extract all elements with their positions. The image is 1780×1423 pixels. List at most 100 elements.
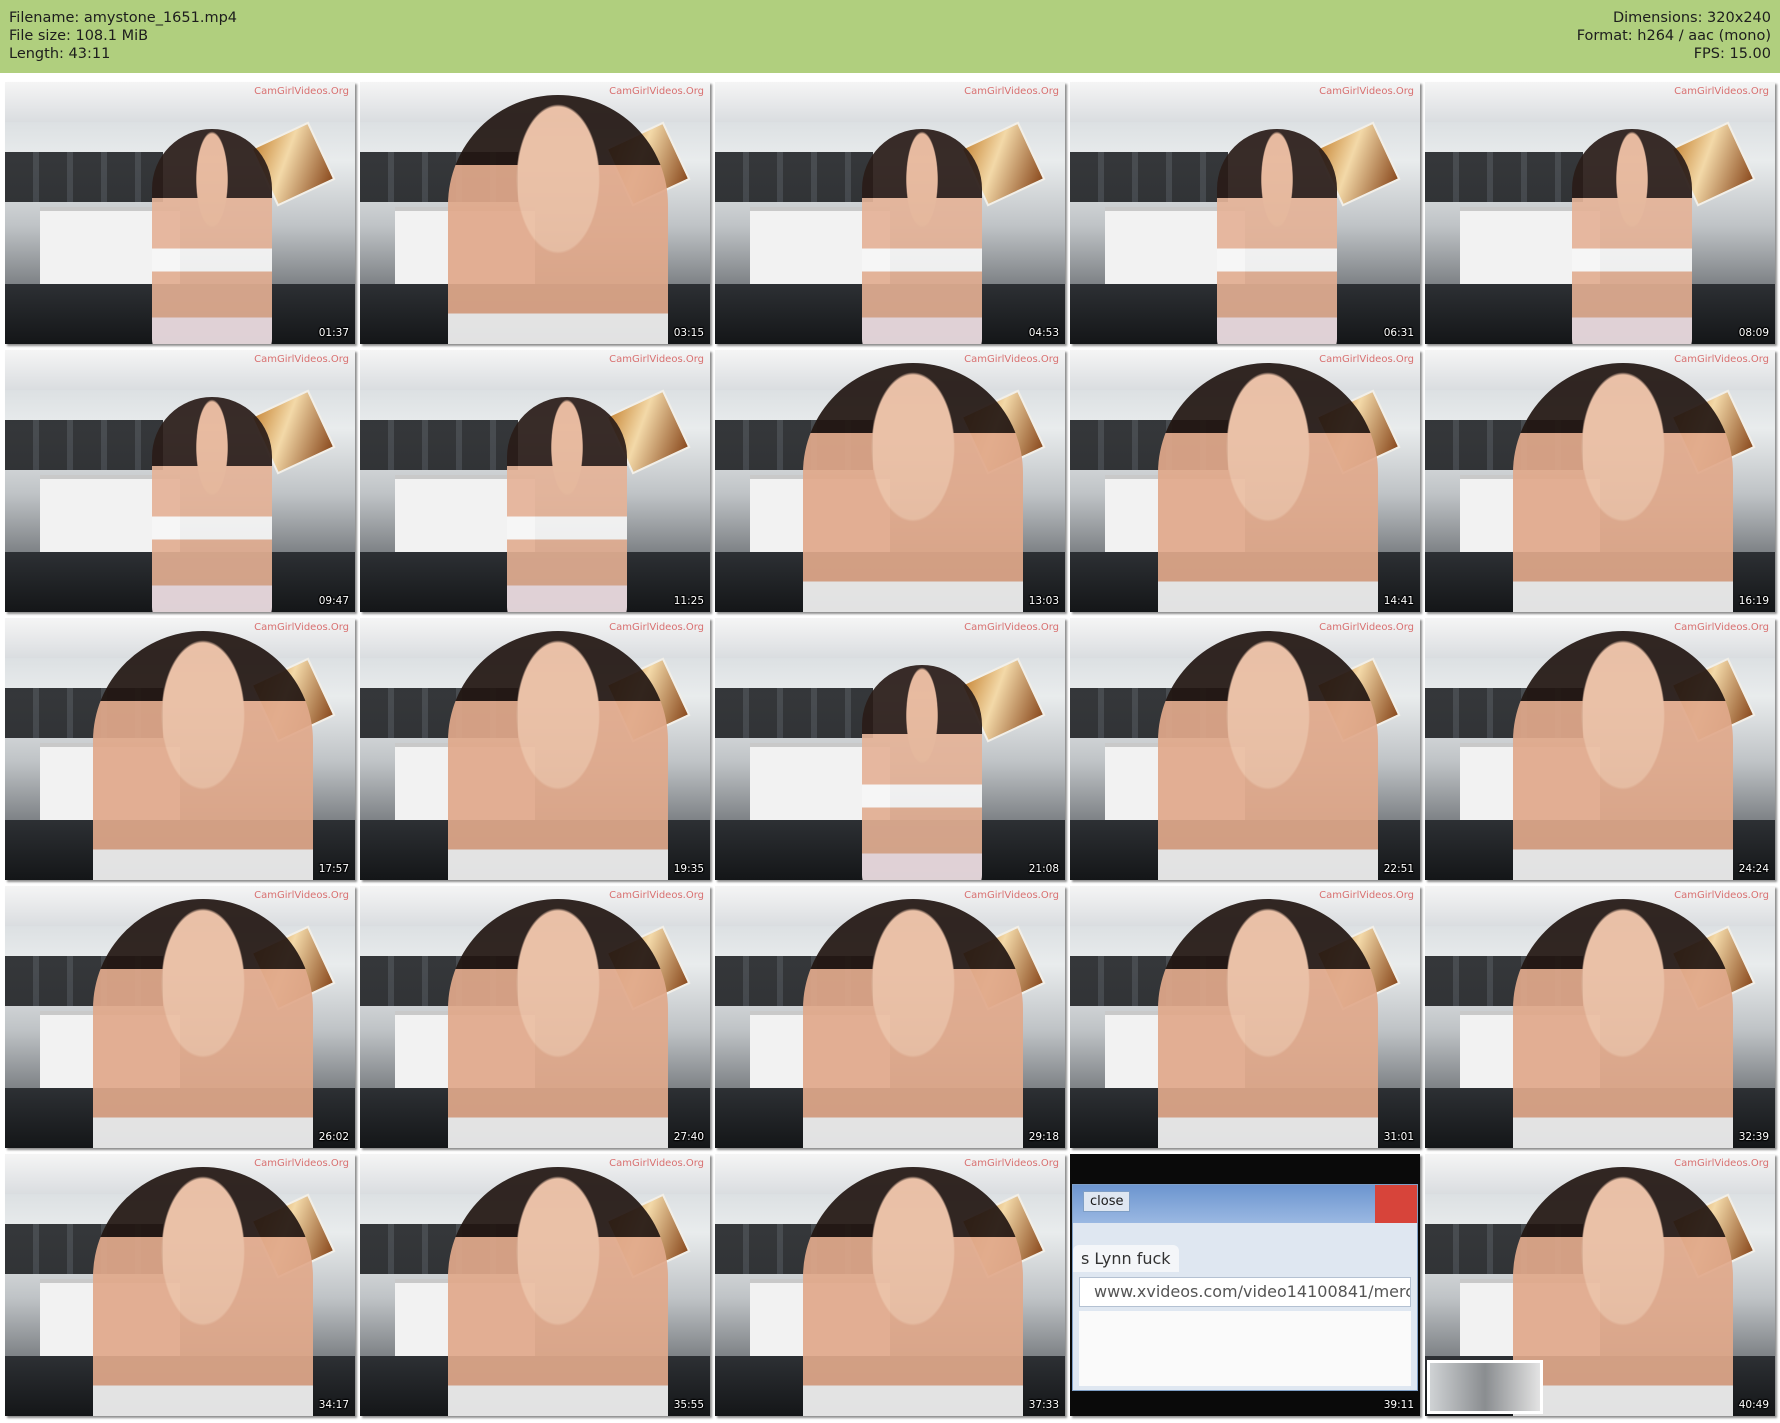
thumbnail-timestamp: 13:03	[1028, 595, 1059, 607]
video-thumbnail: CamGirlVideos.Org 14:41	[1070, 350, 1420, 612]
watermark-text: CamGirlVideos.Org	[609, 354, 704, 365]
video-thumbnail: CamGirlVideos.Org 13:03	[715, 350, 1065, 612]
thumbnail-grid: CamGirlVideos.Org 01:37 CamGirlVideos.Org 0…	[5, 82, 1775, 1416]
frame-figure	[1157, 363, 1378, 612]
frame-figure	[447, 899, 668, 1148]
watermark-text: CamGirlVideos.Org	[1674, 354, 1769, 365]
frame-figure	[92, 899, 313, 1148]
thumbnail-timestamp: 35:55	[673, 1399, 704, 1411]
thumbnail-timestamp: 39:11	[1383, 1399, 1414, 1411]
video-thumbnail: CamGirlVideos.Org 24:24	[1425, 618, 1775, 880]
watermark-text: CamGirlVideos.Org	[1319, 890, 1414, 901]
watermark-text: CamGirlVideos.Org	[1319, 354, 1414, 365]
video-thumbnail: close s Lynn fuck www.xvideos.com/video141…	[1070, 1154, 1420, 1416]
video-thumbnail: CamGirlVideos.Org 35:55	[360, 1154, 710, 1416]
thumbnail-timestamp: 17:57	[318, 863, 349, 875]
frame-figure	[1157, 631, 1378, 880]
video-thumbnail: CamGirlVideos.Org 16:19	[1425, 350, 1775, 612]
thumbnail-timestamp: 34:17	[318, 1399, 349, 1411]
video-thumbnail: CamGirlVideos.Org 22:51	[1070, 618, 1420, 880]
watermark-text: CamGirlVideos.Org	[254, 890, 349, 901]
thumbnail-timestamp: 09:47	[318, 595, 349, 607]
frame-cabinet	[360, 420, 518, 470]
thumbnail-timestamp: 14:41	[1383, 595, 1414, 607]
frame-figure	[1157, 899, 1378, 1148]
video-thumbnail: CamGirlVideos.Org 01:37	[5, 82, 355, 344]
frame-cabinet	[5, 420, 163, 470]
thumbnail-timestamp: 22:51	[1383, 863, 1414, 875]
frame-figure	[1512, 1167, 1733, 1416]
file-info-left: Filename: amystone_1651.mp4 File size: 1…	[9, 9, 237, 63]
thumbnail-timestamp: 31:01	[1383, 1131, 1414, 1143]
thumbnail-timestamp: 01:37	[318, 327, 349, 339]
thumbnail-timestamp: 27:40	[673, 1131, 704, 1143]
length-text: Length: 43:11	[9, 46, 111, 62]
watermark-text: CamGirlVideos.Org	[254, 354, 349, 365]
thumbnail-timestamp: 26:02	[318, 1131, 349, 1143]
frame-cabinet	[715, 152, 873, 202]
watermark-text: CamGirlVideos.Org	[1674, 890, 1769, 901]
frame-figure	[862, 129, 982, 344]
watermark-text: CamGirlVideos.Org	[254, 622, 349, 633]
frame-figure	[862, 665, 982, 880]
thumbnail-timestamp: 06:31	[1383, 327, 1414, 339]
frame-figure	[447, 631, 668, 880]
watermark-text: CamGirlVideos.Org	[1674, 1158, 1769, 1169]
watermark-text: CamGirlVideos.Org	[964, 86, 1059, 97]
frame-cabinet	[5, 152, 163, 202]
thumbnail-timestamp: 03:15	[673, 327, 704, 339]
video-thumbnail: CamGirlVideos.Org 03:15	[360, 82, 710, 344]
watermark-text: CamGirlVideos.Org	[964, 890, 1059, 901]
browser-url-bar: www.xvideos.com/video14100841/merce	[1079, 1277, 1411, 1307]
watermark-text: CamGirlVideos.Org	[964, 622, 1059, 633]
video-thumbnail: CamGirlVideos.Org 11:25	[360, 350, 710, 612]
frame-figure	[1512, 631, 1733, 880]
frame-figure	[152, 129, 272, 344]
frame-figure	[447, 1167, 668, 1416]
thumbnail-timestamp: 32:39	[1738, 1131, 1769, 1143]
frame-figure	[1512, 899, 1733, 1148]
watermark-text: CamGirlVideos.Org	[609, 86, 704, 97]
frame-figure	[1217, 129, 1337, 344]
video-thumbnail: CamGirlVideos.Org 32:39	[1425, 886, 1775, 1148]
video-thumbnail: CamGirlVideos.Org 29:18	[715, 886, 1065, 1148]
frame-figure	[447, 95, 668, 344]
frame-figure	[1572, 129, 1692, 344]
video-thumbnail: CamGirlVideos.Org 34:17	[5, 1154, 355, 1416]
frame-cabinet	[715, 688, 873, 738]
frame-figure	[802, 1167, 1023, 1416]
watermark-text: CamGirlVideos.Org	[964, 1158, 1059, 1169]
watermark-text: CamGirlVideos.Org	[609, 1158, 704, 1169]
watermark-text: CamGirlVideos.Org	[254, 86, 349, 97]
thumbnail-timestamp: 21:08	[1028, 863, 1059, 875]
thumbnail-timestamp: 37:33	[1028, 1399, 1059, 1411]
browser-page	[1079, 1311, 1411, 1386]
video-thumbnail: CamGirlVideos.Org 31:01	[1070, 886, 1420, 1148]
frame-figure	[1512, 363, 1733, 612]
thumbnail-timestamp: 11:25	[673, 595, 704, 607]
filesize-text: File size: 108.1 MiB	[9, 28, 149, 44]
video-thumbnail: CamGirlVideos.Org 06:31	[1070, 82, 1420, 344]
thumbnail-timestamp: 24:24	[1738, 863, 1769, 875]
frame-figure	[92, 631, 313, 880]
video-thumbnail: CamGirlVideos.Org 08:09	[1425, 82, 1775, 344]
video-thumbnail: CamGirlVideos.Org 09:47	[5, 350, 355, 612]
watermark-text: CamGirlVideos.Org	[1674, 622, 1769, 633]
dimensions-text: Dimensions: 320x240	[1612, 10, 1771, 26]
watermark-text: CamGirlVideos.Org	[964, 354, 1059, 365]
thumbnail-timestamp: 40:49	[1738, 1399, 1769, 1411]
frame-cabinet	[1425, 152, 1583, 202]
picture-in-picture-inset	[1427, 1360, 1543, 1414]
video-thumbnail: CamGirlVideos.Org 37:33	[715, 1154, 1065, 1416]
browser-logo-icon	[1375, 1185, 1417, 1223]
watermark-text: CamGirlVideos.Org	[1319, 622, 1414, 633]
frame-figure	[92, 1167, 313, 1416]
format-text: Format: h264 / aac (mono)	[1576, 28, 1771, 44]
close-button: close	[1083, 1191, 1131, 1212]
thumbnail-timestamp: 16:19	[1738, 595, 1769, 607]
frame-figure	[802, 899, 1023, 1148]
thumbnail-timestamp: 04:53	[1028, 327, 1059, 339]
video-thumbnail: CamGirlVideos.Org 04:53	[715, 82, 1065, 344]
video-thumbnail: CamGirlVideos.Org 26:02	[5, 886, 355, 1148]
browser-tab: s Lynn fuck	[1073, 1245, 1179, 1272]
